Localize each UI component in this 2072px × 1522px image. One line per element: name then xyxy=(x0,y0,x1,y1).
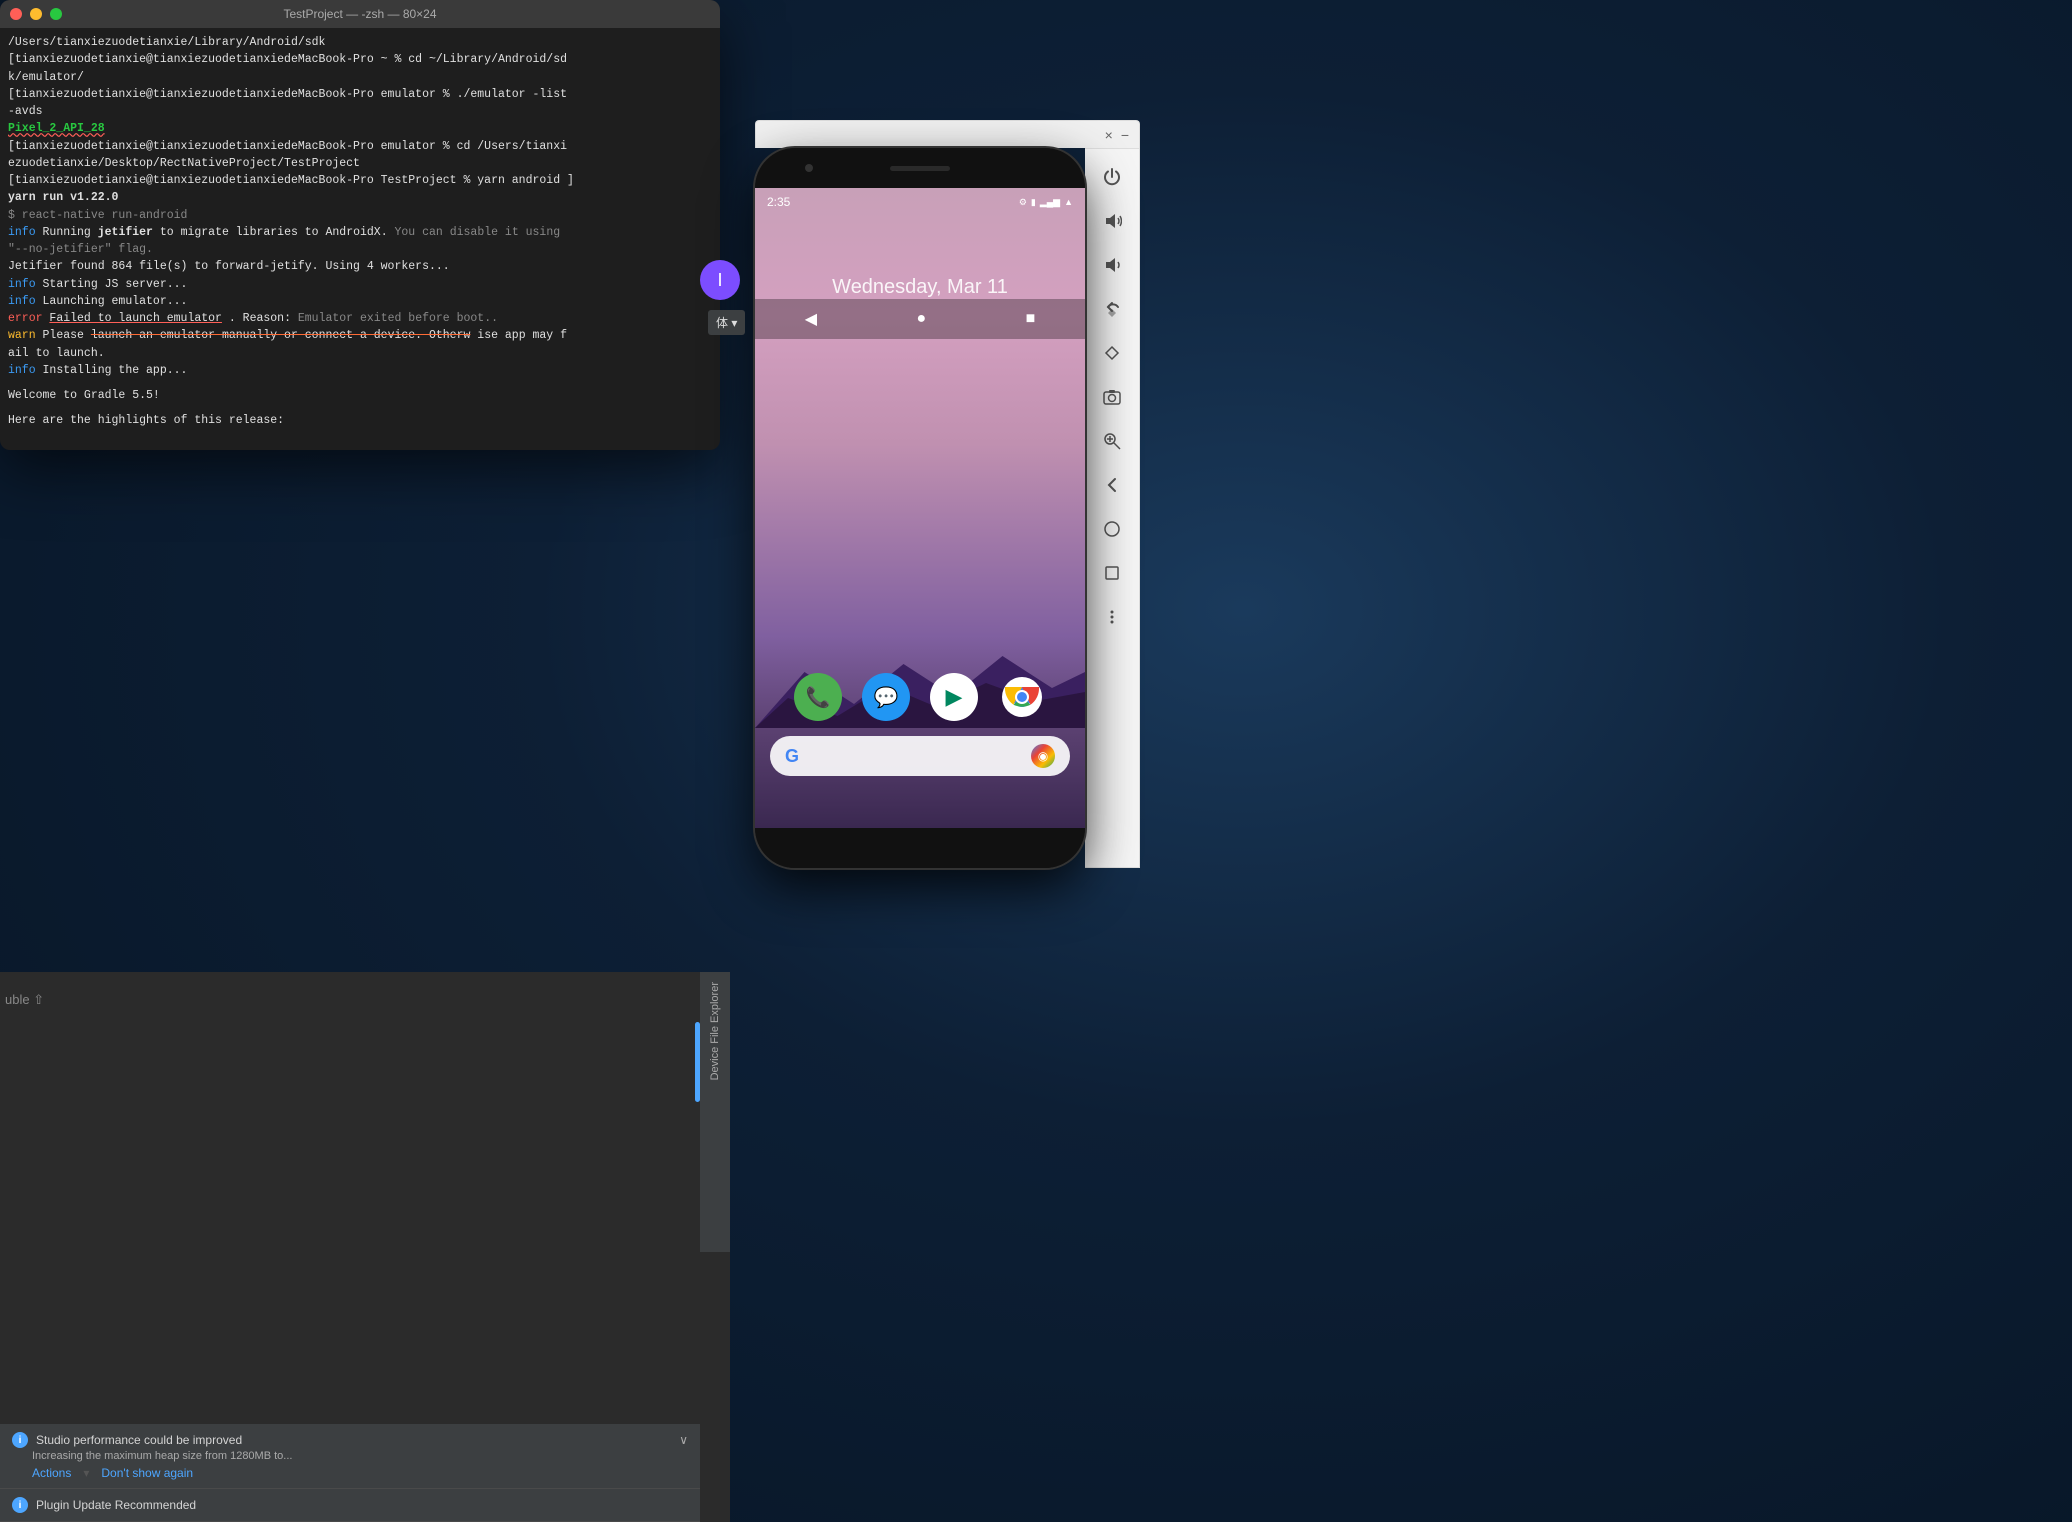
terminal-maximize-button[interactable] xyxy=(50,8,62,20)
terminal-line-18: warn Please launch an emulator manually … xyxy=(8,327,712,344)
emulator-side-toolbar xyxy=(1085,148,1140,868)
terminal-line-7: [tianxiezuodetianxie@tianxiezuodetianxie… xyxy=(8,138,712,155)
device-camera xyxy=(805,164,813,172)
back-nav-button[interactable] xyxy=(1092,465,1132,505)
rotate-right-button[interactable] xyxy=(1092,333,1132,373)
terminal-line-21 xyxy=(8,379,712,387)
emulator-body: 2:35 ⚙ ▮ ▂▄▆ ▲ Wednesday, Mar 11 xyxy=(755,148,1140,868)
terminal-line-16: info Launching emulator... xyxy=(8,293,712,310)
home-nav-button[interactable] xyxy=(1092,509,1132,549)
android-dock-area: 📞 💬 ▶ xyxy=(755,673,1085,788)
android-back-button[interactable]: ◀ xyxy=(805,309,817,329)
studio-panel: uble ⇧ Device File Explorer i Studio per… xyxy=(0,972,730,1522)
terminal-line-14: Jetifier found 864 file(s) to forward-je… xyxy=(8,258,712,275)
terminal-line-4: [tianxiezuodetianxie@tianxiezuodetianxie… xyxy=(8,86,712,103)
messages-app-icon[interactable]: 💬 xyxy=(862,673,910,721)
notif-actions: Actions ▾ Don't show again xyxy=(12,1466,688,1480)
terminal-line-15: info Starting JS server... xyxy=(8,276,712,293)
terminal-line-12: info Running jetifier to migrate librari… xyxy=(8,224,712,241)
rotate-left-button[interactable] xyxy=(1092,289,1132,329)
recents-nav-button[interactable] xyxy=(1092,553,1132,593)
zoom-button[interactable] xyxy=(1092,421,1132,461)
notif-header: i Studio performance could be improved ∨ xyxy=(12,1432,688,1448)
plugin-info-icon: i xyxy=(12,1497,28,1513)
performance-notification: i Studio performance could be improved ∨… xyxy=(0,1424,700,1489)
terminal-line-20: info Installing the app... xyxy=(8,362,712,379)
chrome-app-icon[interactable] xyxy=(998,673,1046,721)
emulator-window-controls: × − xyxy=(1105,127,1129,143)
uble-text: uble ⇧ xyxy=(5,992,44,1008)
power-button[interactable] xyxy=(1092,157,1132,197)
plugin-notif-title: Plugin Update Recommended xyxy=(36,1498,196,1512)
notification-bar: i Studio performance could be improved ∨… xyxy=(0,1424,700,1522)
info-icon: i xyxy=(12,1432,28,1448)
terminal-line-1: /Users/tianxiezuodetianxie/Library/Andro… xyxy=(8,34,712,51)
android-status-bar: 2:35 ⚙ ▮ ▂▄▆ ▲ xyxy=(755,188,1085,216)
more-options-button[interactable] xyxy=(1092,597,1132,637)
screenshot-button[interactable] xyxy=(1092,377,1132,417)
android-recents-button[interactable]: ■ xyxy=(1026,310,1036,328)
terminal-line-13: "--no-jetifier" flag. xyxy=(8,241,712,258)
android-date-display: Wednesday, Mar 11 xyxy=(755,276,1085,299)
device-speaker xyxy=(890,166,950,171)
terminal-close-button[interactable] xyxy=(10,8,22,20)
actions-button[interactable]: Actions xyxy=(32,1466,71,1480)
terminal-line-19: ail to launch. xyxy=(8,345,712,362)
terminal-titlebar: TestProject — -zsh — 80×24 xyxy=(0,0,720,28)
device-file-explorer-label[interactable]: Device File Explorer xyxy=(709,982,721,1080)
android-device: 2:35 ⚙ ▮ ▂▄▆ ▲ Wednesday, Mar 11 xyxy=(755,148,1085,868)
plugin-notification: i Plugin Update Recommended xyxy=(0,1489,700,1522)
terminal-minimize-button[interactable] xyxy=(30,8,42,20)
google-search-bar[interactable]: G ◉ xyxy=(770,736,1070,776)
android-date: Wednesday, Mar 11 xyxy=(755,276,1085,299)
terminal-body: /Users/tianxiezuodetianxie/Library/Andro… xyxy=(0,28,720,450)
terminal-line-8: ezuodetianxie/Desktop/RectNativeProject/… xyxy=(8,155,712,172)
android-screen[interactable]: 2:35 ⚙ ▮ ▂▄▆ ▲ Wednesday, Mar 11 xyxy=(755,188,1085,828)
emulator-close-button[interactable]: × xyxy=(1105,127,1113,143)
android-home-button[interactable]: ● xyxy=(916,310,926,328)
terminal-line-24: Here are the highlights of this release: xyxy=(8,412,712,429)
terminal-line-17: error Failed to launch emulator . Reason… xyxy=(8,310,712,327)
notif-subtitle: Increasing the maximum heap size from 12… xyxy=(12,1450,688,1462)
status-time: 2:35 xyxy=(767,195,790,209)
performance-notif-title: Studio performance could be improved xyxy=(36,1433,242,1447)
volume-up-button[interactable] xyxy=(1092,201,1132,241)
settings-icon: ⚙ xyxy=(1019,197,1027,208)
expand-arrow-icon[interactable]: ∨ xyxy=(679,1433,688,1447)
terminal-line-22: Welcome to Gradle 5.5! xyxy=(8,387,712,404)
terminal-line-10: yarn run v1.22.0 xyxy=(8,189,712,206)
device-bottom-bar xyxy=(755,828,1085,868)
device-top-bar xyxy=(755,148,1085,188)
android-apps-row: 📞 💬 ▶ xyxy=(755,673,1085,721)
dont-show-again-button[interactable]: Don't show again xyxy=(101,1466,193,1480)
device-file-explorer-tab[interactable]: Device File Explorer xyxy=(700,972,730,1252)
terminal-line-9: [tianxiezuodetianxie@tianxiezuodetianxie… xyxy=(8,172,712,189)
studio-top-area: uble ⇧ Device File Explorer xyxy=(0,972,730,1252)
emulator-minimize-button[interactable]: − xyxy=(1121,127,1129,143)
chat-bubble[interactable]: I xyxy=(700,260,740,300)
terminal-line-3: k/emulator/ xyxy=(8,69,712,86)
plugin-notif-header: i Plugin Update Recommended xyxy=(12,1497,688,1513)
terminal-title: TestProject — -zsh — 80×24 xyxy=(283,7,436,21)
emulator-container: × − 2:35 ⚙ ▮ ▂▄▆ ▲ xyxy=(755,120,1140,868)
android-nav-bar: ◀ ● ■ xyxy=(755,299,1085,339)
signal-icon: ▂▄▆ xyxy=(1040,197,1060,208)
battery-icon: ▮ xyxy=(1031,197,1036,208)
phone-app-icon[interactable]: 📞 xyxy=(794,673,842,721)
terminal-line-11: $ react-native run-android xyxy=(8,207,712,224)
terminal-line-2: [tianxiezuodetianxie@tianxiezuodetianxie… xyxy=(8,51,712,68)
emulator-titlebar: × − xyxy=(755,120,1140,148)
terminal-line-5: -avds xyxy=(8,103,712,120)
google-mic-icon[interactable]: ◉ xyxy=(1031,744,1055,768)
volume-down-button[interactable] xyxy=(1092,245,1132,285)
play-store-icon[interactable]: ▶ xyxy=(930,673,978,721)
wifi-icon: ▲ xyxy=(1064,197,1073,207)
terminal-window: TestProject — -zsh — 80×24 /Users/tianxi… xyxy=(0,0,720,450)
terminal-line-23 xyxy=(8,404,712,412)
status-icons: ⚙ ▮ ▂▄▆ ▲ xyxy=(1019,197,1073,208)
terminal-line-6: Pixel_2_API_28 xyxy=(8,120,712,137)
language-dropdown[interactable]: 体 ▾ xyxy=(708,310,745,335)
google-g-logo: G xyxy=(785,746,799,767)
